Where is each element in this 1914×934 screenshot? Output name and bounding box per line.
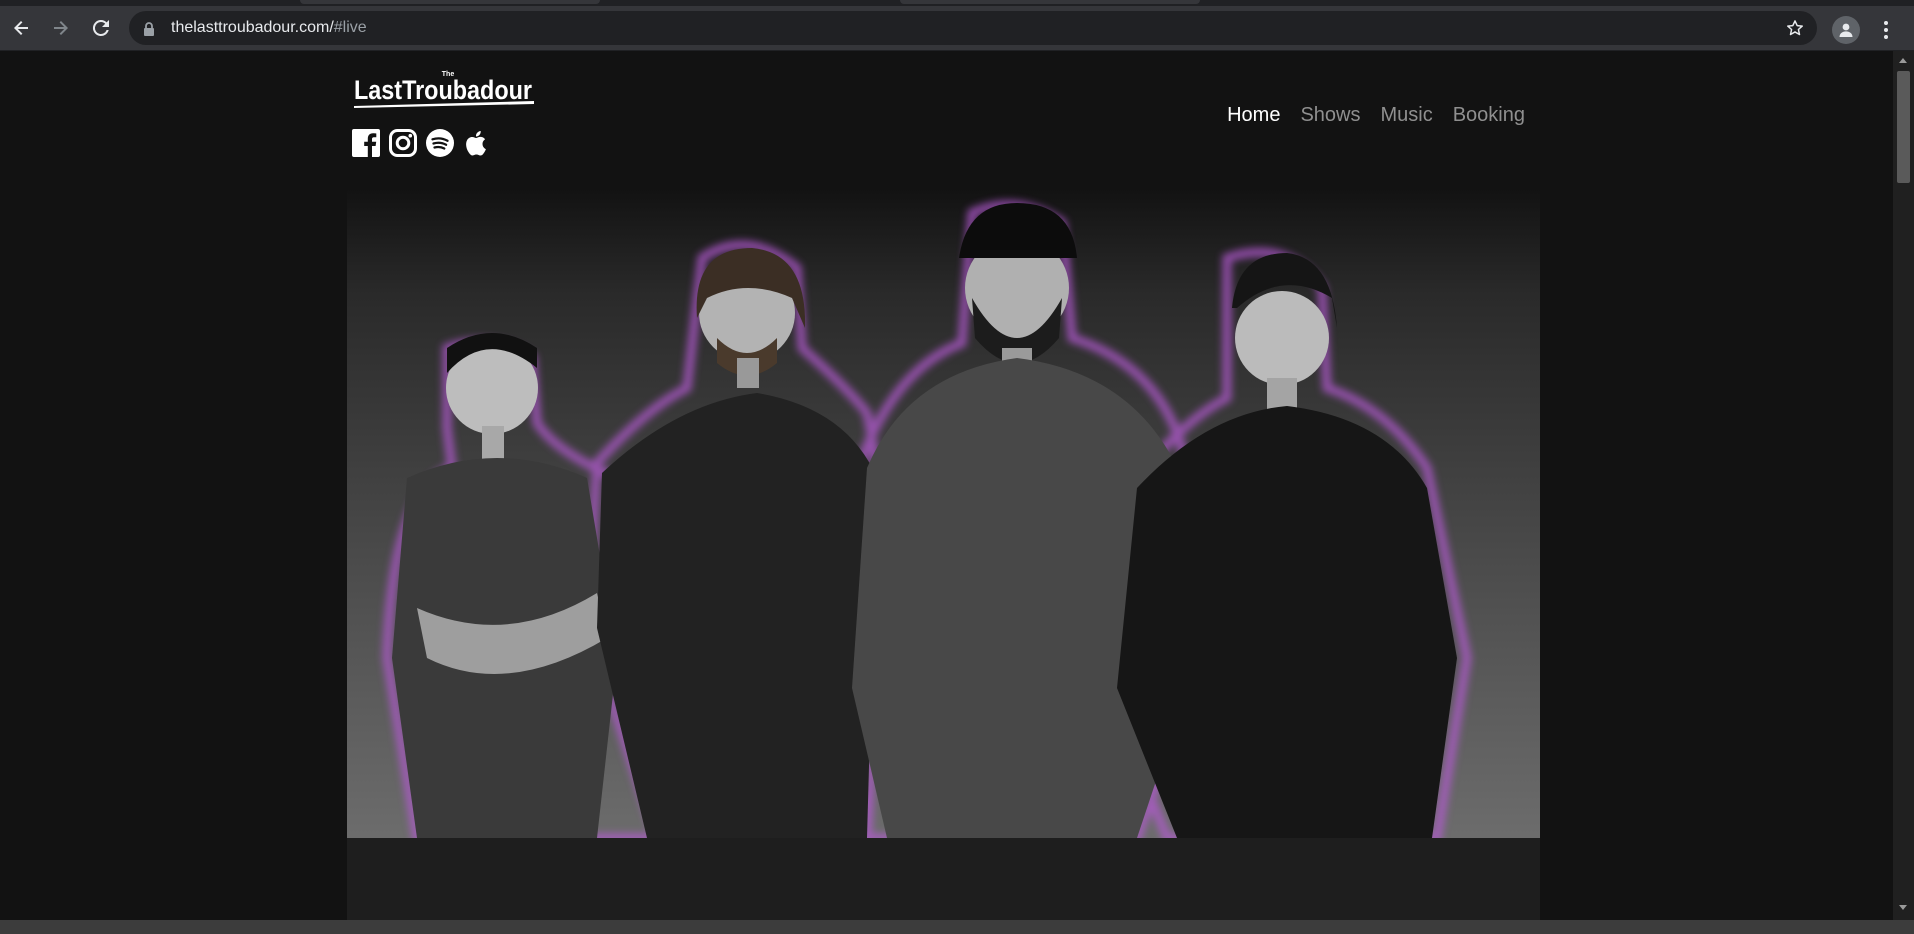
scrollbar-thumb[interactable]: [1897, 71, 1910, 183]
nav-music[interactable]: Music: [1380, 102, 1432, 128]
tab-edge[interactable]: [900, 0, 1200, 4]
band-photo: [347, 188, 1540, 920]
site-logo[interactable]: The LastTroubadour: [352, 66, 537, 112]
band-member-4: [1117, 253, 1457, 838]
spotify-icon[interactable]: [425, 128, 455, 158]
more-menu-icon[interactable]: [1876, 16, 1896, 44]
apple-icon[interactable]: [462, 128, 492, 158]
page: The LastTroubadour Home Shows Music Book…: [0, 51, 1893, 920]
url-host: thelasttroubadour.com/: [171, 19, 334, 36]
url-fragment: #live: [333, 19, 367, 36]
forward-arrow-icon[interactable]: [47, 14, 75, 42]
nav-home[interactable]: Home: [1227, 102, 1280, 128]
scroll-up-icon[interactable]: [1899, 58, 1907, 63]
reload-icon[interactable]: [87, 14, 115, 42]
logo-main-text: LastTroubadour: [354, 75, 532, 105]
social-links: [351, 128, 492, 158]
main-nav: Home Shows Music Booking: [1227, 102, 1525, 128]
band-member-2: [597, 248, 877, 838]
page-scrollbar[interactable]: [1893, 51, 1914, 920]
scroll-down-icon[interactable]: [1899, 905, 1907, 910]
instagram-icon[interactable]: [388, 128, 418, 158]
lock-icon[interactable]: [143, 21, 155, 40]
nav-shows[interactable]: Shows: [1300, 102, 1360, 128]
address-bar[interactable]: thelasttroubadour.com/#live: [129, 11, 1817, 45]
url-text[interactable]: thelasttroubadour.com/#live: [171, 11, 367, 45]
profile-icon[interactable]: [1832, 16, 1860, 44]
browser-toolbar: thelasttroubadour.com/#live: [0, 6, 1914, 51]
nav-booking[interactable]: Booking: [1453, 102, 1525, 128]
star-icon[interactable]: [1785, 18, 1805, 42]
facebook-icon[interactable]: [351, 128, 381, 158]
back-arrow-icon[interactable]: [7, 14, 35, 42]
bottom-bar: [0, 920, 1914, 934]
tab-edge[interactable]: [300, 0, 600, 4]
band-member-1: [392, 333, 617, 838]
